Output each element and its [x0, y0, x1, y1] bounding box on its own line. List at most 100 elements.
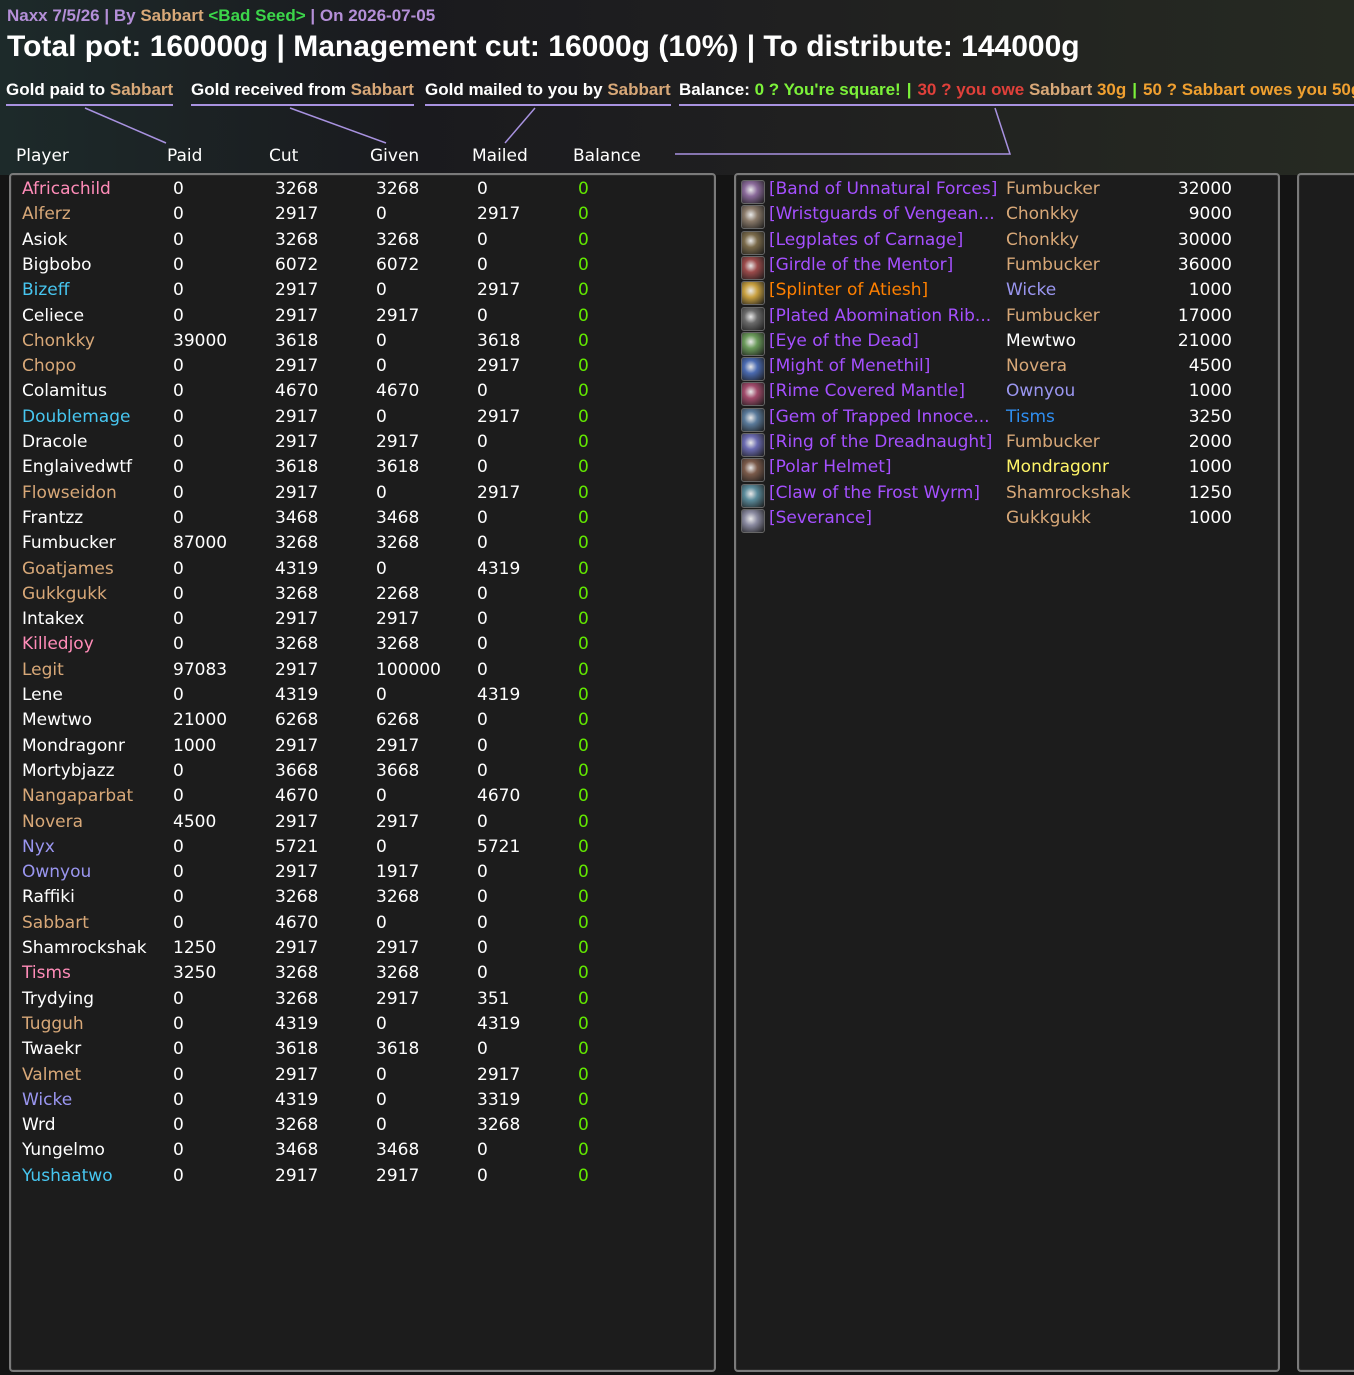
player-name[interactable]: Valmet — [22, 1065, 81, 1085]
player-name[interactable]: Gukkgukk — [22, 584, 107, 604]
column-mailed[interactable]: Mailed — [472, 146, 528, 166]
bracer-icon[interactable] — [741, 205, 765, 230]
player-row[interactable]: Dracole 0 2917 2917 0 0 — [11, 432, 711, 457]
belt-icon[interactable] — [741, 255, 765, 280]
mantle-icon[interactable] — [741, 382, 765, 407]
player-row[interactable]: Bigbobo 0 6072 6072 0 0 — [11, 255, 711, 280]
loot-row[interactable]: [Band of Unnatural Forces] Fumbucker 32000 — [736, 179, 1278, 204]
player-name[interactable]: Sabbart — [22, 913, 89, 933]
player-row[interactable]: Gukkgukk 0 3268 2268 0 0 — [11, 584, 711, 609]
player-row[interactable]: Chonkky 39000 3618 0 3618 0 — [11, 331, 711, 356]
player-row[interactable]: Celiece 0 2917 2917 0 0 — [11, 306, 711, 331]
player-row[interactable]: Alferz 0 2917 0 2917 0 — [11, 204, 711, 229]
player-row[interactable]: Wicke 0 4319 0 3319 0 — [11, 1090, 711, 1115]
loot-item-link[interactable]: [Severance] — [769, 508, 872, 528]
player-name[interactable]: Dracole — [22, 432, 87, 452]
player-name[interactable]: Chopo — [22, 356, 76, 376]
column-player[interactable]: Player — [16, 146, 69, 166]
player-row[interactable]: Legit 97083 2917 100000 0 0 — [11, 660, 711, 685]
loot-winner[interactable]: Shamrockshak — [1006, 483, 1131, 503]
loot-row[interactable]: [Rime Covered Mantle] Ownyou 1000 — [736, 381, 1278, 407]
player-row[interactable]: Asiok 0 3268 3268 0 0 — [11, 230, 711, 255]
column-cut[interactable]: Cut — [269, 146, 298, 166]
axe-icon[interactable] — [741, 508, 765, 533]
player-name[interactable]: Wrd — [22, 1115, 56, 1135]
loot-row[interactable]: [Ring of the Dreadnaught] Fumbucker 2000 — [736, 432, 1278, 457]
player-row[interactable]: Tugguh 0 4319 0 4319 0 — [11, 1014, 711, 1039]
player-row[interactable]: Chopo 0 2917 0 2917 0 — [11, 356, 711, 381]
loot-item-link[interactable]: [Eye of the Dead] — [769, 331, 919, 351]
player-name[interactable]: Nyx — [22, 837, 55, 857]
loot-item-link[interactable]: [Splinter of Atiesh] — [769, 280, 928, 300]
player-row[interactable]: Bizeff 0 2917 0 2917 0 — [11, 280, 711, 305]
helmet-icon[interactable] — [741, 458, 765, 483]
ring-icon[interactable] — [741, 433, 765, 457]
player-name[interactable]: Mewtwo — [22, 710, 92, 730]
loot-item-link[interactable]: [Might of Menethil] — [769, 356, 930, 376]
player-name[interactable]: Asiok — [22, 230, 67, 250]
player-row[interactable]: Nangaparbat 0 4670 0 4670 0 — [11, 786, 711, 811]
player-name[interactable]: Lene — [22, 685, 63, 705]
loot-row[interactable]: [Girdle of the Mentor] Fumbucker 36000 — [736, 255, 1278, 280]
player-name[interactable]: Shamrockshak — [22, 938, 147, 958]
column-given[interactable]: Given — [370, 146, 419, 166]
mace-icon[interactable] — [741, 357, 765, 382]
player-row[interactable]: Tisms 3250 3268 3268 0 0 — [11, 963, 711, 988]
player-row[interactable]: Valmet 0 2917 0 2917 0 — [11, 1065, 711, 1090]
player-row[interactable]: Shamrockshak 1250 2917 2917 0 0 — [11, 938, 711, 963]
player-row[interactable]: Intakex 0 2917 2917 0 0 — [11, 609, 711, 634]
loot-item-link[interactable]: [Band of Unnatural Forces] — [769, 179, 997, 199]
claw-icon[interactable] — [741, 483, 765, 508]
player-row[interactable]: Killedjoy 0 3268 3268 0 0 — [11, 634, 711, 659]
player-name[interactable]: Colamitus — [22, 381, 107, 401]
loot-winner[interactable]: Fumbucker — [1006, 306, 1100, 326]
player-row[interactable]: Wrd 0 3268 0 3268 0 — [11, 1115, 711, 1140]
chestplate-icon[interactable] — [741, 306, 765, 331]
loot-row[interactable]: [Plated Abomination Rib... Fumbucker 17000 — [736, 306, 1278, 331]
player-row[interactable]: Sabbart 0 4670 0 0 0 — [11, 913, 711, 938]
player-row[interactable]: Nyx 0 5721 0 5721 0 — [11, 837, 711, 862]
player-name[interactable]: Novera — [22, 812, 83, 832]
player-name[interactable]: Raffiki — [22, 887, 75, 907]
player-name[interactable]: Alferz — [22, 204, 71, 224]
player-name[interactable]: Bigbobo — [22, 255, 92, 275]
loot-winner[interactable]: Fumbucker — [1006, 432, 1100, 452]
loot-item-link[interactable]: [Girdle of the Mentor] — [769, 255, 953, 275]
splinter-icon[interactable] — [741, 281, 765, 306]
loot-winner[interactable]: Mondragonr — [1006, 457, 1109, 477]
player-name[interactable]: Frantzz — [22, 508, 83, 528]
loot-row[interactable]: [Severance] Gukkgukk 1000 — [736, 508, 1278, 533]
player-name[interactable]: Wicke — [22, 1090, 72, 1110]
loot-item-link[interactable]: [Ring of the Dreadnaught] — [769, 432, 992, 452]
loot-row[interactable]: [Legplates of Carnage] Chonkky 30000 — [736, 230, 1278, 255]
loot-winner[interactable]: Tisms — [1006, 407, 1055, 427]
player-name[interactable]: Yungelmo — [22, 1140, 105, 1160]
loot-item-link[interactable]: [Gem of Trapped Innoce... — [769, 407, 990, 427]
column-balance[interactable]: Balance — [573, 146, 641, 166]
loot-winner[interactable]: Ownyou — [1006, 381, 1075, 401]
loot-row[interactable]: [Eye of the Dead] Mewtwo 21000 — [736, 331, 1278, 356]
player-name[interactable]: Tisms — [22, 963, 71, 983]
loot-item-link[interactable]: [Polar Helmet] — [769, 457, 892, 477]
loot-winner[interactable]: Chonkky — [1006, 204, 1079, 224]
ring-icon[interactable] — [741, 180, 765, 204]
loot-item-link[interactable]: [Rime Covered Mantle] — [769, 381, 965, 401]
loot-row[interactable]: [Claw of the Frost Wyrm] Shamrockshak 1250 — [736, 483, 1278, 508]
player-name[interactable]: Yushaatwo — [22, 1166, 113, 1186]
loot-row[interactable]: [Splinter of Atiesh] Wicke 1000 — [736, 280, 1278, 306]
player-row[interactable]: Doublemage 0 2917 0 2917 0 — [11, 407, 711, 432]
player-row[interactable]: Flowseidon 0 2917 0 2917 0 — [11, 483, 711, 508]
eye-icon[interactable] — [741, 331, 765, 356]
player-name[interactable]: Twaekr — [22, 1039, 81, 1059]
loot-item-link[interactable]: [Claw of the Frost Wyrm] — [769, 483, 980, 503]
player-name[interactable]: Celiece — [22, 306, 84, 326]
column-paid[interactable]: Paid — [167, 146, 202, 166]
player-row[interactable]: Africachild 0 3268 3268 0 0 — [11, 179, 711, 204]
player-row[interactable]: Raffiki 0 3268 3268 0 0 — [11, 887, 711, 912]
player-name[interactable]: Intakex — [22, 609, 84, 629]
player-row[interactable]: Mortybjazz 0 3668 3668 0 0 — [11, 761, 711, 786]
player-row[interactable]: Fumbucker 87000 3268 3268 0 0 — [11, 533, 711, 558]
player-name[interactable]: Doublemage — [22, 407, 130, 427]
loot-item-link[interactable]: [Wristguards of Vengean... — [769, 204, 995, 224]
loot-winner[interactable]: Mewtwo — [1006, 331, 1076, 351]
